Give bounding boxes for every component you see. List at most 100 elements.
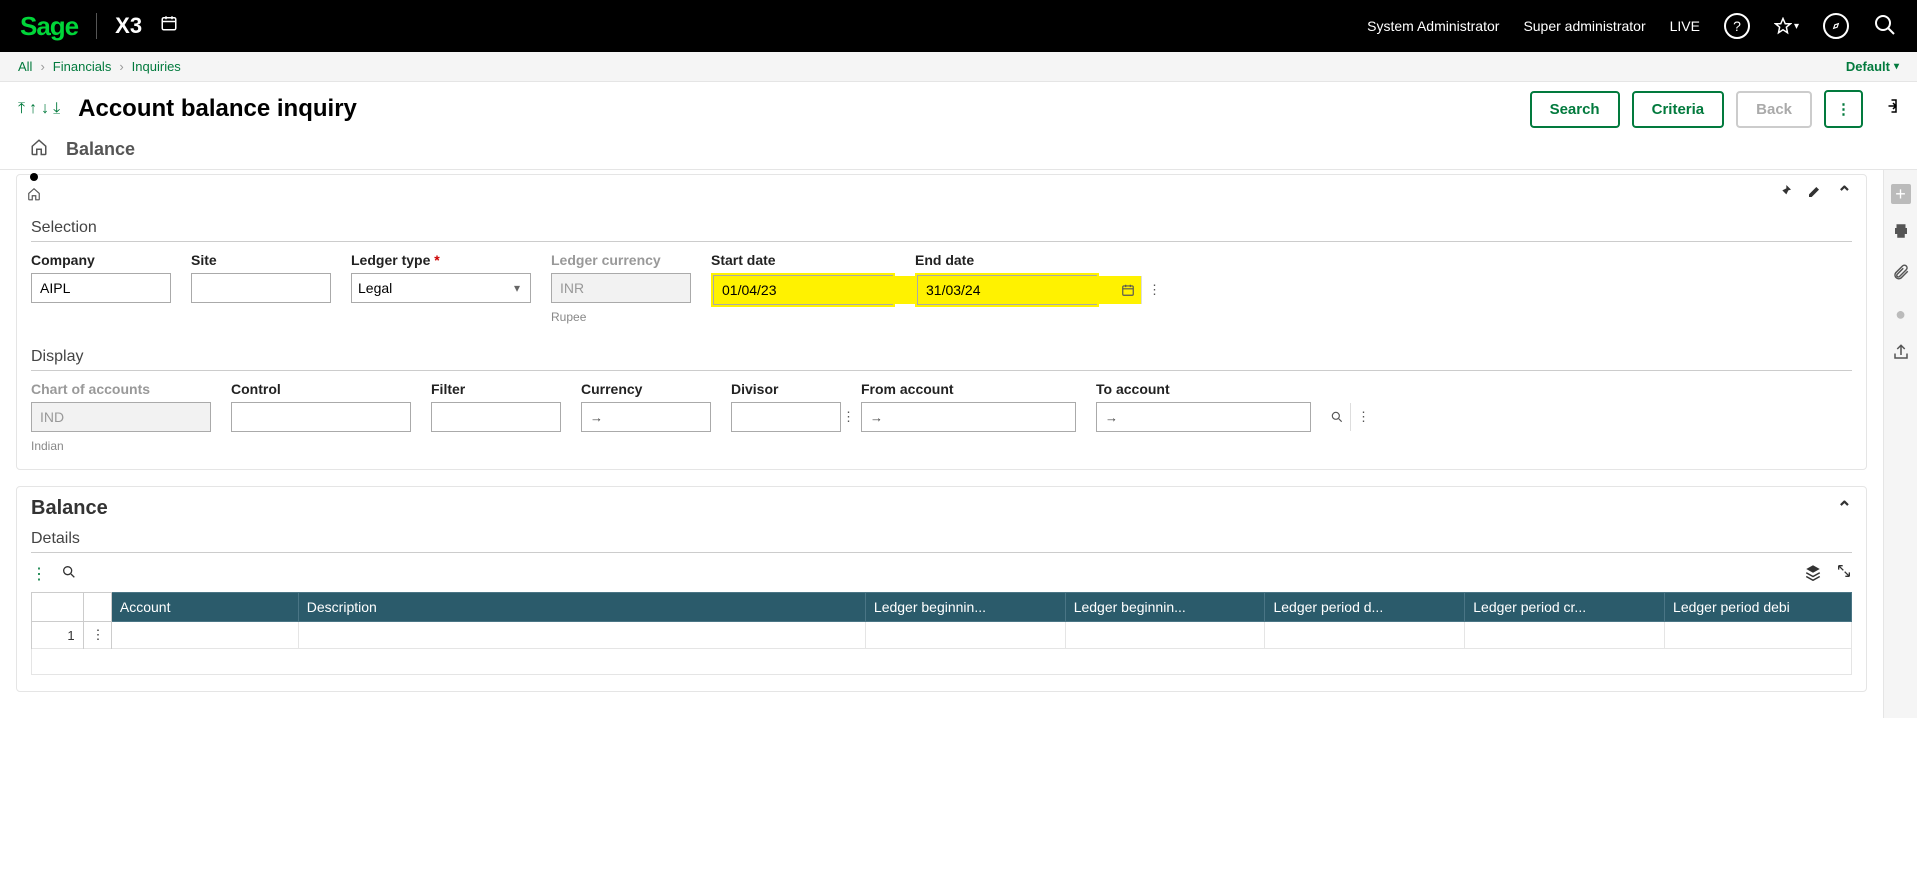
coa-label: Chart of accounts — [31, 381, 211, 397]
cell[interactable] — [1665, 622, 1852, 649]
to-account-label: To account — [1096, 381, 1311, 397]
start-date-label: Start date — [711, 252, 895, 268]
last-record-icon[interactable]: ⤓ — [53, 100, 60, 118]
edit-icon[interactable] — [1807, 183, 1823, 204]
start-date-input[interactable] — [714, 276, 911, 304]
first-record-icon[interactable]: ⤒ — [18, 100, 25, 118]
ledger-currency-input-group — [551, 273, 691, 303]
table-row[interactable]: 1 ⋮ — [32, 622, 1852, 649]
filter-input-group: ⋮ — [431, 402, 561, 432]
breadcrumb-all[interactable]: All — [18, 59, 32, 74]
admin-level[interactable]: Super administrator — [1523, 18, 1645, 34]
default-dropdown[interactable]: Default ▾ — [1846, 59, 1899, 74]
grid-empty-area — [32, 649, 1852, 675]
company-input-group: ⋮ — [31, 273, 171, 303]
calendar-icon[interactable] — [160, 14, 178, 38]
title-bar: ⤒ ↑ ↓ ⤓ Account balance inquiry Search C… — [0, 82, 1917, 134]
logo: Sage — [20, 11, 78, 42]
ledger-currency-label: Ledger currency — [551, 252, 691, 268]
selection-panel: ⌃ Selection Company ⋮ Site — [16, 174, 1867, 470]
cell[interactable] — [1465, 622, 1665, 649]
home-icon[interactable] — [30, 138, 48, 161]
site-label: Site — [191, 252, 331, 268]
search-icon[interactable] — [1873, 13, 1897, 40]
col-ledger-begin-2[interactable]: Ledger beginnin... — [1065, 593, 1265, 622]
control-label: Control — [231, 381, 411, 397]
coa-input-group — [31, 402, 211, 432]
divisor-label: Divisor — [731, 381, 841, 397]
col-ledger-begin-1[interactable]: Ledger beginnin... — [865, 593, 1065, 622]
favorite-icon[interactable]: ▾ — [1774, 17, 1799, 35]
col-ledger-period-d[interactable]: Ledger period d... — [1265, 593, 1465, 622]
end-date-input[interactable] — [918, 276, 1115, 304]
details-heading: Details — [31, 530, 1852, 553]
breadcrumb-inquiries[interactable]: Inquiries — [132, 59, 181, 74]
print-icon[interactable] — [1892, 222, 1910, 245]
balance-grid: Account Description Ledger beginnin... L… — [31, 592, 1852, 675]
breadcrumb-sep: › — [40, 59, 44, 74]
cell[interactable] — [1265, 622, 1465, 649]
balance-panel: Balance ⌃ Details ⋮ — [16, 486, 1867, 692]
grid-toolbar: ⋮ — [31, 563, 1852, 586]
selection-heading: Selection — [31, 219, 1852, 242]
expand-icon[interactable] — [1836, 563, 1852, 586]
cell[interactable] — [865, 622, 1065, 649]
comment-icon[interactable]: ● — [1895, 304, 1906, 325]
breadcrumb: All › Financials › Inquiries — [18, 59, 181, 74]
to-account-input[interactable] — [1127, 403, 1324, 431]
ledger-type-select-group: Legal — [351, 273, 531, 303]
share-icon[interactable] — [1892, 343, 1910, 366]
back-button[interactable]: Back — [1736, 91, 1812, 128]
environment-label: LIVE — [1670, 18, 1700, 34]
row-number: 1 — [32, 622, 84, 649]
pin-icon[interactable] — [1777, 183, 1793, 204]
cell[interactable] — [1065, 622, 1265, 649]
more-icon[interactable]: ⋮ — [1141, 276, 1167, 304]
currency-label: Currency — [581, 381, 711, 397]
more-actions-button[interactable]: ⋮ — [1824, 90, 1863, 128]
compass-icon[interactable] — [1823, 13, 1849, 39]
filter-label: Filter — [431, 381, 561, 397]
breadcrumb-sep: › — [119, 59, 123, 74]
cell-account[interactable] — [111, 622, 298, 649]
collapse-icon[interactable]: ⌃ — [1837, 183, 1852, 204]
end-date-input-group: ⋮ — [917, 275, 1097, 305]
col-account[interactable]: Account — [111, 593, 298, 622]
divider — [96, 13, 97, 39]
grid-more-icon[interactable]: ⋮ — [31, 564, 47, 585]
right-rail: + ● — [1883, 170, 1917, 718]
home-icon-small[interactable] — [27, 187, 41, 204]
from-account-input-group: → ⋮ — [861, 402, 1076, 432]
collapse-icon[interactable]: ⌃ — [1837, 498, 1852, 519]
row-menu-icon[interactable]: ⋮ — [83, 622, 111, 649]
layers-icon[interactable] — [1804, 563, 1822, 586]
subnav-balance[interactable]: Balance — [66, 139, 135, 160]
user-role[interactable]: System Administrator — [1367, 18, 1499, 34]
col-ledger-period-cr[interactable]: Ledger period cr... — [1465, 593, 1665, 622]
next-record-icon[interactable]: ↓ — [41, 100, 49, 118]
grid-search-icon[interactable] — [61, 564, 77, 585]
ledger-type-select[interactable]: Legal — [352, 274, 530, 302]
panel-marker-dot — [30, 173, 38, 181]
grid-corner — [32, 593, 84, 622]
cell-description[interactable] — [298, 622, 865, 649]
more-icon[interactable]: ⋮ — [1350, 403, 1376, 431]
prev-record-icon[interactable]: ↑ — [29, 100, 37, 118]
col-description[interactable]: Description — [298, 593, 865, 622]
ledger-currency-helper: Rupee — [551, 310, 691, 324]
add-icon[interactable]: + — [1891, 184, 1911, 204]
help-icon[interactable]: ? — [1724, 13, 1750, 39]
breadcrumb-financials[interactable]: Financials — [53, 59, 112, 74]
from-account-input[interactable] — [892, 403, 1089, 431]
breadcrumb-bar: All › Financials › Inquiries Default ▾ — [0, 52, 1917, 82]
calendar-icon[interactable] — [1115, 276, 1141, 304]
arrow-icon: → — [1097, 410, 1127, 425]
control-input[interactable] — [232, 403, 429, 431]
end-date-label: End date — [915, 252, 1099, 268]
criteria-button[interactable]: Criteria — [1632, 91, 1725, 128]
lookup-icon[interactable] — [1324, 403, 1350, 431]
search-button[interactable]: Search — [1530, 91, 1620, 128]
col-ledger-period-debi[interactable]: Ledger period debi — [1665, 593, 1852, 622]
exit-icon[interactable] — [1881, 97, 1899, 121]
attachment-icon[interactable] — [1892, 263, 1910, 286]
